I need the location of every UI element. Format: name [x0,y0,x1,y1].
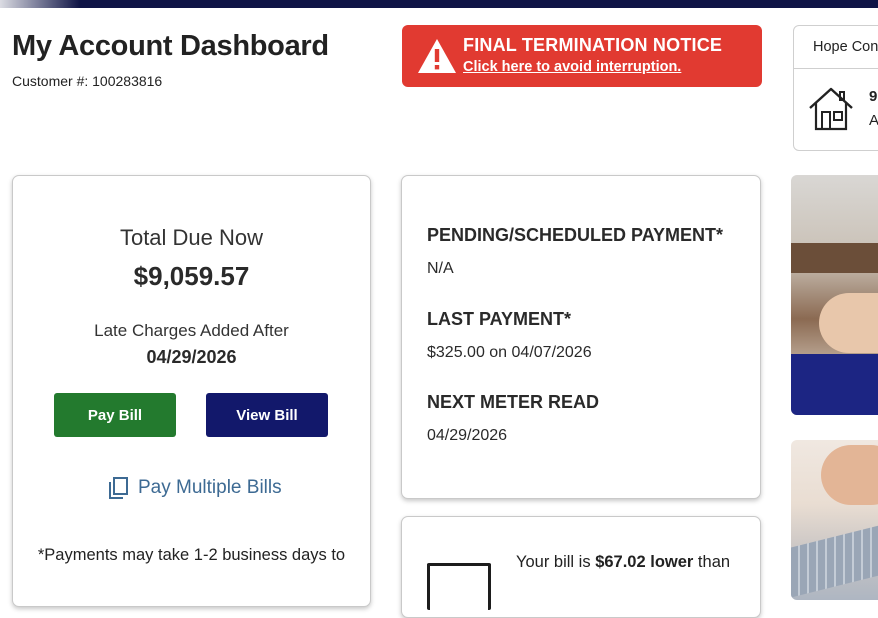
promo-photo-keyboard [791,522,878,598]
payment-info-card: PENDING/SCHEDULED PAYMENT* N/A LAST PAYM… [401,175,761,499]
balance-card: Total Due Now $9,059.57 Late Charges Add… [12,175,371,607]
address-line-1: 90 [869,88,878,105]
top-nav-fade [0,0,80,8]
last-payment-value: $325.00 on 04/07/2026 [427,344,592,361]
termination-notice-banner[interactable]: FINAL TERMINATION NOTICE Click here to a… [402,25,762,87]
notice-link[interactable]: Click here to avoid interruption. [463,59,681,75]
bill-comparison-amount: $67.02 lower [595,553,694,571]
pending-payment-value: N/A [427,260,454,277]
promo-photo-hand [821,445,878,505]
total-due-label: Total Due Now [119,225,264,250]
address-card-header: Hope Con [794,26,878,69]
payment-footnote: *Payments may take 1-2 business days to [37,546,346,564]
late-charges-date: 04/29/2026 [146,347,237,367]
customer-number: Customer #: 100283816 [12,73,163,89]
pending-payment-label: PENDING/SCHEDULED PAYMENT* [427,225,724,245]
copy-icon [109,477,128,499]
bill-comparison-prefix: Your bill is [516,553,596,571]
promo-photo-arm [819,293,878,353]
warning-icon [418,39,456,73]
bill-comparison-suffix: than [693,553,731,571]
promo-image-tile[interactable] [791,175,878,415]
account-name: Hope Con [813,39,878,55]
promo-image-tile-2[interactable] [791,440,878,600]
house-icon [809,87,853,131]
bill-comparison-card: Your bill is $67.02 lower than [401,516,761,618]
late-charges-label: Late Charges Added After [94,321,289,340]
notice-title: FINAL TERMINATION NOTICE [463,35,723,55]
promo-caption-band [791,354,878,415]
last-payment-label: LAST PAYMENT* [427,309,572,329]
service-address-card[interactable]: Hope Con 90 A [793,25,878,151]
bill-icon [427,563,491,610]
pay-bill-button[interactable]: Pay Bill [54,393,176,437]
pay-multiple-bills-label: Pay Multiple Bills [138,477,282,498]
total-due-amount: $9,059.57 [133,261,250,291]
page-title: My Account Dashboard [12,30,329,62]
next-meter-read-value: 04/29/2026 [427,427,508,444]
next-meter-read-label: NEXT METER READ [427,392,600,412]
promo-photo-table [791,243,878,273]
view-bill-button[interactable]: View Bill [206,393,328,437]
bill-comparison-text: Your bill is $67.02 lower than [516,553,730,572]
address-line-2: A [869,112,878,129]
pay-multiple-bills-link[interactable]: Pay Multiple Bills [107,475,282,501]
top-nav-bar [0,0,878,8]
